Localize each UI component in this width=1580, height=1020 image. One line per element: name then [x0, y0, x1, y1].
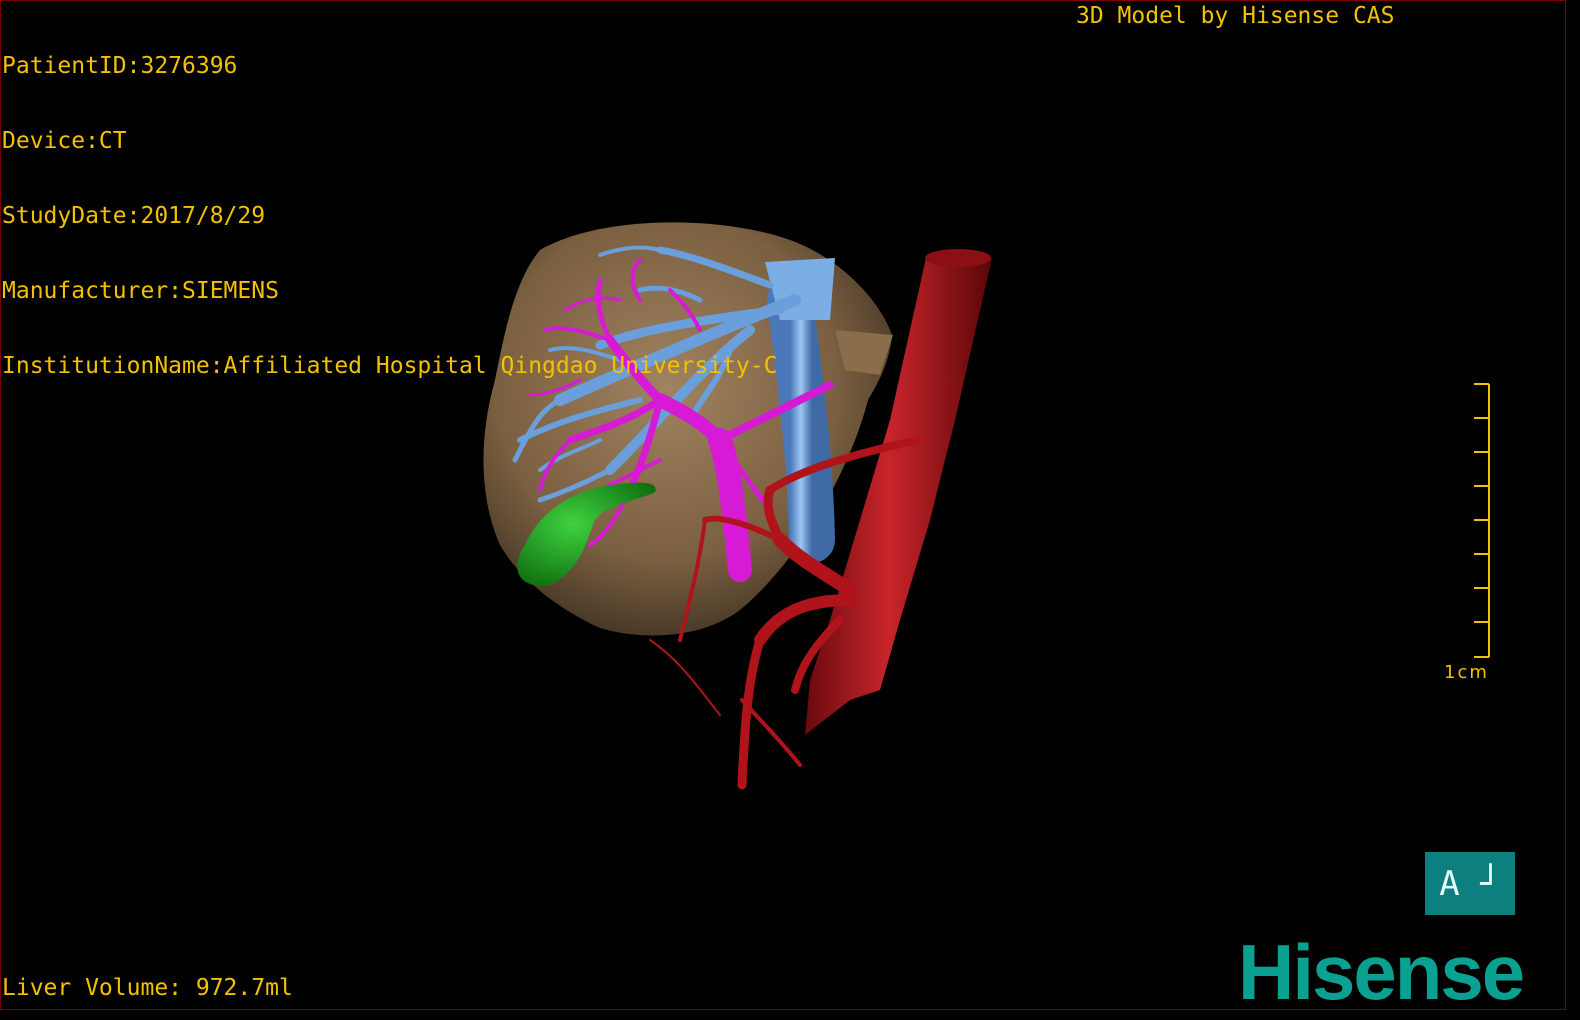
liver-volume-text: Liver Volume: 972.7ml: [2, 975, 293, 1001]
scale-bar: [1474, 383, 1490, 658]
hisense-logo: Hisense: [1238, 928, 1525, 1016]
manufacturer-text: Manufacturer:SIEMENS: [2, 278, 279, 304]
orientation-cube[interactable]: A ┘: [1425, 852, 1515, 915]
orientation-label: A ┘: [1439, 863, 1501, 904]
patient-id-text: PatientID:3276396: [2, 53, 238, 79]
model-credit-text: 3D Model by Hisense CAS: [1076, 3, 1395, 29]
study-date-text: StudyDate:2017/8/29: [2, 203, 266, 229]
device-text: Device:CT: [2, 128, 127, 154]
dicom-info-panel: PatientID:3276396 Device:CT StudyDate:20…: [2, 4, 777, 404]
scale-bar-label: 1cm: [1444, 662, 1489, 683]
institution-name-text: InstitutionName:Affiliated Hospital Qing…: [2, 353, 778, 379]
